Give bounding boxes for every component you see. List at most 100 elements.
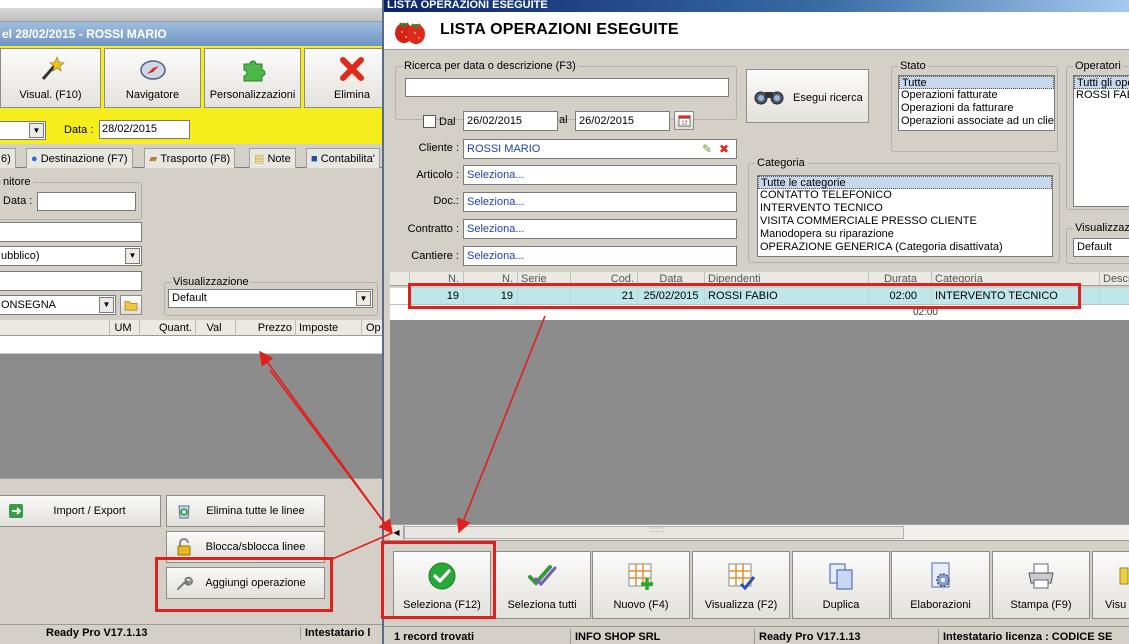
pencil-icon[interactable]: ✎ bbox=[702, 140, 712, 158]
categoria-option[interactable]: CONTATTO TELEFONICO bbox=[758, 189, 1052, 202]
articolo-field[interactable]: Seleziona... bbox=[463, 165, 737, 185]
stato-option[interactable]: Operazioni da fatturare bbox=[899, 102, 1054, 115]
dal-checkbox[interactable] bbox=[423, 115, 436, 128]
tab-note[interactable]: ▤ Note bbox=[249, 148, 296, 168]
tab-fragment[interactable]: 6) bbox=[0, 148, 16, 168]
categoria-group: Categoria Tutte le categorie CONTATTO TEL… bbox=[748, 157, 1060, 263]
delivery-combo[interactable]: ONSEGNA ▼ bbox=[0, 295, 116, 315]
dialog-titlebar[interactable]: LISTA OPERAZIONI ESEGUITE bbox=[384, 0, 1129, 12]
navigatore-button-label: Navigatore bbox=[125, 89, 180, 101]
elaborazioni-label: Elaborazioni bbox=[910, 599, 971, 611]
row-indicator bbox=[390, 288, 410, 304]
visualizza-button[interactable]: Visualizza (F2) bbox=[692, 551, 790, 619]
grid-header-n2[interactable]: N. bbox=[464, 272, 518, 285]
grid-header-imposte[interactable]: Imposte bbox=[296, 320, 362, 336]
delete-all-lines-label: Elimina tutte le linee bbox=[206, 505, 305, 517]
categoria-option[interactable]: Tutte le categorie bbox=[758, 176, 1052, 189]
operatori-option[interactable]: ROSSI FABIO bbox=[1074, 89, 1129, 102]
delete-all-lines-button[interactable]: Elimina tutte le linee bbox=[166, 495, 325, 527]
grid-header-um[interactable]: UM bbox=[110, 320, 140, 336]
date-to-field[interactable]: 26/02/2015 bbox=[575, 111, 670, 131]
elaborazioni-button[interactable]: Elaborazioni bbox=[891, 551, 990, 619]
import-export-button[interactable]: Import / Export bbox=[0, 495, 161, 527]
grid-header-n1[interactable]: N. bbox=[410, 272, 464, 285]
stato-option[interactable]: Operazioni associate ad un clien bbox=[899, 115, 1054, 128]
nuovo-button[interactable]: Nuovo (F4) bbox=[592, 551, 690, 619]
add-operation-button[interactable]: Aggiungi operazione bbox=[166, 567, 325, 599]
dialog-status-bar: 1 record trovati INFO SHOP SRL Ready Pro… bbox=[384, 626, 1129, 644]
tab-destinazione-label: Destinazione (F7) bbox=[40, 153, 128, 165]
cantiere-field[interactable]: Seleziona... bbox=[463, 246, 737, 266]
grid-header-descrizione[interactable]: Descri bbox=[1100, 272, 1129, 285]
add-operation-label: Aggiungi operazione bbox=[205, 577, 306, 589]
scrollbar-thumb[interactable]: ::::::: bbox=[404, 525, 904, 539]
grid-header-dipendenti[interactable]: Dipendenti bbox=[705, 272, 869, 285]
clear-x-icon[interactable]: ✖ bbox=[719, 140, 729, 158]
seleziona-button[interactable]: Seleziona (F12) bbox=[393, 551, 491, 619]
document-type-combo[interactable]: ▼ bbox=[0, 121, 46, 140]
categoria-option[interactable]: VISITA COMMERCIALE PRESSO CLIENTE bbox=[758, 215, 1052, 228]
tab-trasporto[interactable]: ▰ Trasporto (F8) bbox=[144, 148, 236, 168]
stato-listbox[interactable]: Tutte Operazioni fatturate Operazioni da f… bbox=[898, 75, 1055, 131]
stato-option[interactable]: Operazioni fatturate bbox=[899, 89, 1054, 102]
document-date-field[interactable]: 28/02/2015 bbox=[99, 120, 190, 139]
contratto-field[interactable]: Seleziona... bbox=[463, 219, 737, 239]
duplica-button[interactable]: Duplica bbox=[792, 551, 890, 619]
truck-icon: ▰ bbox=[149, 153, 158, 165]
payment-combo[interactable]: ubblico) ▼ bbox=[0, 246, 142, 266]
categoria-option[interactable]: INTERVENTO TECNICO bbox=[758, 202, 1052, 215]
grid-header-durata[interactable]: Durata bbox=[869, 272, 932, 285]
stampa-button[interactable]: Stampa (F9) bbox=[992, 551, 1090, 619]
table-row[interactable]: 19 19 21 25/02/2015 ROSSI FABIO 02:00 IN… bbox=[390, 288, 1129, 304]
grid-header-val[interactable]: Val bbox=[196, 320, 236, 336]
grid-header-serie[interactable]: Serie bbox=[518, 272, 571, 285]
personalizzazioni-button[interactable]: Personalizzazioni bbox=[204, 48, 301, 108]
doc-label: Doc.: bbox=[433, 195, 459, 207]
grid-header-categoria[interactable]: Categoria bbox=[932, 272, 1100, 285]
background-grid-row[interactable] bbox=[0, 336, 382, 354]
grid-header-cod[interactable]: Cod. bbox=[571, 272, 638, 285]
operatori-listbox[interactable]: Tutti gli opeROSSI FABIO bbox=[1073, 75, 1129, 207]
horizontal-scrollbar[interactable]: ◀ ::::::: bbox=[390, 524, 1129, 540]
date-from-field[interactable]: 26/02/2015 bbox=[463, 111, 558, 131]
calendar-button[interactable]: 12 bbox=[674, 111, 694, 130]
doc-field[interactable]: Seleziona... bbox=[463, 192, 737, 212]
table-total-row: 02:00 bbox=[390, 304, 1129, 320]
seleziona-tutti-button[interactable]: Seleziona tutti bbox=[493, 551, 591, 619]
supplier-date-field[interactable] bbox=[37, 192, 136, 211]
scroll-left-icon[interactable]: ◀ bbox=[390, 525, 404, 540]
background-visualizzazione-combo[interactable]: Default ▼ bbox=[168, 289, 373, 308]
grid-header-prezzo[interactable]: Prezzo bbox=[236, 320, 296, 336]
folder-button[interactable] bbox=[120, 295, 142, 315]
cell-n2: 19 bbox=[464, 288, 518, 304]
grid-header-op[interactable]: Op bbox=[362, 320, 382, 336]
lock-unlock-lines-label: Blocca/sblocca linee bbox=[205, 541, 306, 553]
visual-button[interactable]: Visual. (F10) bbox=[0, 48, 101, 108]
navigatore-button[interactable]: Navigatore bbox=[104, 48, 201, 108]
magic-wand-icon bbox=[41, 56, 65, 80]
categoria-option[interactable]: Manodopera su riparazione bbox=[758, 228, 1052, 241]
run-search-button[interactable]: Esegui ricerca bbox=[746, 69, 869, 123]
background-window: el 28/02/2015 - ROSSI MARIO Visual. (F10… bbox=[0, 0, 382, 644]
duplica-label: Duplica bbox=[822, 599, 860, 611]
stato-option[interactable]: Tutte bbox=[899, 76, 1054, 89]
tab-destinazione[interactable]: ● Destinazione (F7) bbox=[26, 148, 133, 168]
search-input[interactable] bbox=[405, 78, 729, 97]
operatori-option[interactable]: Tutti gli ope bbox=[1074, 76, 1129, 89]
grid-header-quant[interactable]: Quant. bbox=[140, 320, 196, 336]
categoria-option[interactable]: OPERAZIONE GENERICA (Categoria disattiva… bbox=[758, 241, 1052, 254]
grid-header-data[interactable]: Data bbox=[638, 272, 705, 285]
cliente-field[interactable]: ROSSI MARIO ✎ ✖ bbox=[463, 139, 737, 159]
elimina-button[interactable]: Elimina bbox=[304, 48, 382, 108]
tab-contabilita[interactable]: ■ Contabilita' bbox=[306, 148, 380, 168]
categoria-listbox[interactable]: Tutte le categorie CONTATTO TELEFONICO INT… bbox=[757, 175, 1053, 257]
cell-categoria: INTERVENTO TECNICO bbox=[932, 288, 1100, 304]
background-visualizzazione-value: Default bbox=[172, 292, 207, 304]
visualizzazione-button[interactable]: Visu bbox=[1092, 551, 1129, 619]
delivery-combo-value: ONSEGNA bbox=[1, 299, 57, 311]
background-field-2[interactable] bbox=[0, 271, 142, 291]
lock-unlock-lines-button[interactable]: Blocca/sblocca linee bbox=[166, 531, 325, 563]
background-field-1[interactable] bbox=[0, 222, 142, 242]
visualizzazione-combo[interactable]: Default bbox=[1073, 238, 1129, 257]
supplier-group-legend: nitore bbox=[1, 176, 33, 188]
